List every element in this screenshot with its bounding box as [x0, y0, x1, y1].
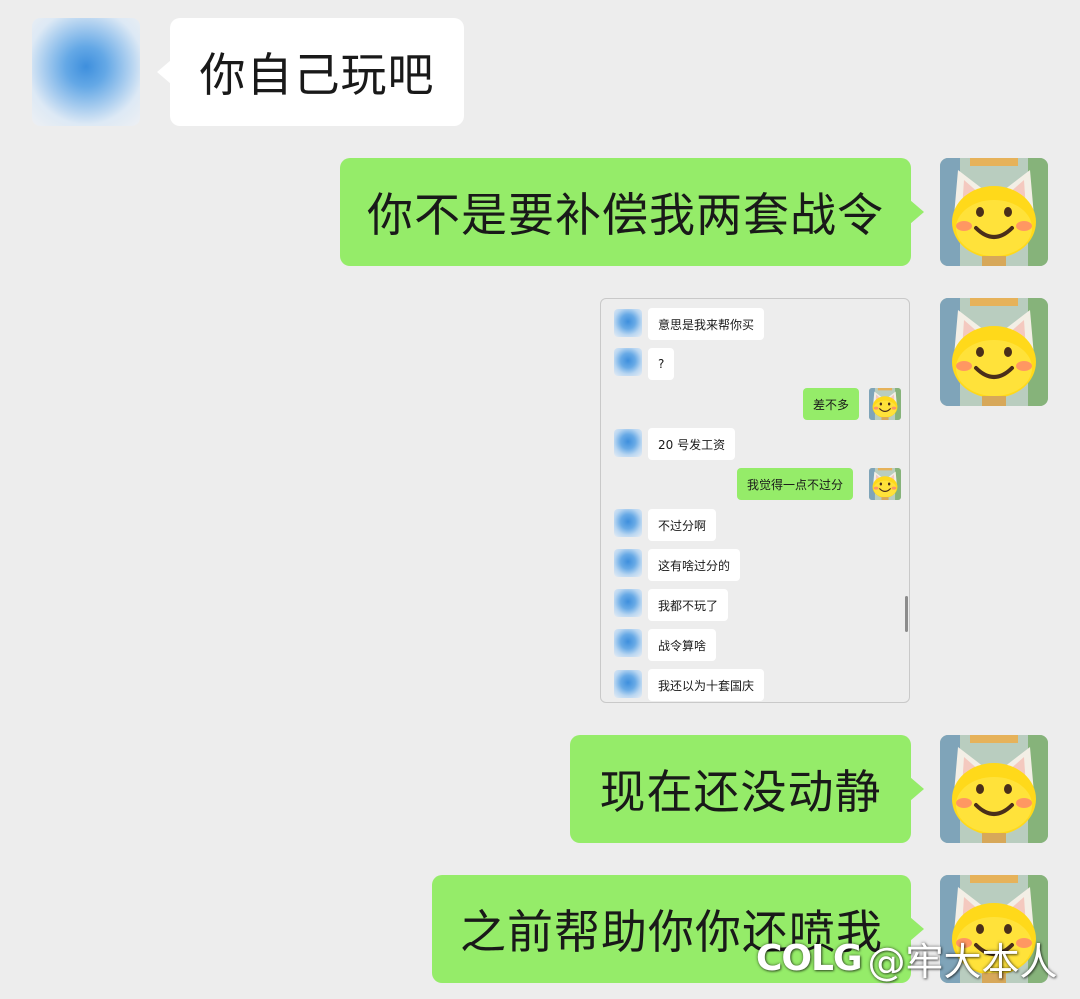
mini-contact-avatar [614, 670, 642, 698]
message-text: 现在还没动静 [599, 765, 882, 819]
mini-message-received: ? [648, 348, 675, 380]
self-avatar[interactable] [940, 158, 1048, 266]
mini-message-received: 不过分啊 [648, 509, 717, 541]
bubble-tail [157, 60, 171, 84]
cat-face-icon [940, 735, 1048, 843]
mini-message-received: 20 号发工资 [648, 428, 736, 460]
mini-message-received: 战令算啥 [648, 629, 717, 661]
mini-contact-avatar [614, 509, 642, 537]
mini-contact-avatar [614, 309, 642, 337]
mini-contact-avatar [614, 348, 642, 376]
watermark: COLG @牢大本人 [756, 930, 1058, 986]
message-text: 你自己玩吧 [199, 48, 435, 102]
cat-face-icon [940, 158, 1048, 266]
cat-face-icon [869, 468, 901, 500]
contact-avatar[interactable] [32, 18, 140, 126]
mini-self-avatar [869, 468, 901, 500]
message-bubble-received[interactable]: 你自己玩吧 [170, 18, 464, 126]
self-avatar[interactable] [940, 735, 1048, 843]
mini-message-received: 我还以为十套国庆 [648, 669, 765, 701]
message-bubble-sent[interactable]: 你不是要补偿我两套战令 [340, 158, 911, 266]
mini-contact-avatar [614, 589, 642, 617]
mini-contact-avatar [614, 629, 642, 657]
self-avatar[interactable] [940, 298, 1048, 406]
colg-logo: COLG [756, 937, 863, 979]
message-text: 你不是要补偿我两套战令 [367, 188, 884, 242]
watermark-handle: @牢大本人 [867, 939, 1058, 984]
bubble-tail [910, 777, 924, 801]
message-bubble-sent[interactable]: 现在还没动静 [570, 735, 911, 843]
cat-face-icon [940, 298, 1048, 406]
mini-message-received: 意思是我来帮你买 [648, 308, 765, 340]
mini-contact-avatar [614, 549, 642, 577]
mini-contact-avatar [614, 429, 642, 457]
mini-scrollbar [905, 596, 908, 632]
mini-message-received: 我都不玩了 [648, 589, 729, 621]
cat-face-icon [869, 388, 901, 420]
mini-message-sent: 差不多 [803, 388, 860, 420]
mini-message-sent: 我觉得一点不过分 [737, 468, 854, 500]
bubble-tail [910, 200, 924, 224]
mini-self-avatar [869, 388, 901, 420]
image-message-screenshot[interactable] [600, 298, 910, 703]
mini-message-received: 这有啥过分的 [648, 549, 741, 581]
